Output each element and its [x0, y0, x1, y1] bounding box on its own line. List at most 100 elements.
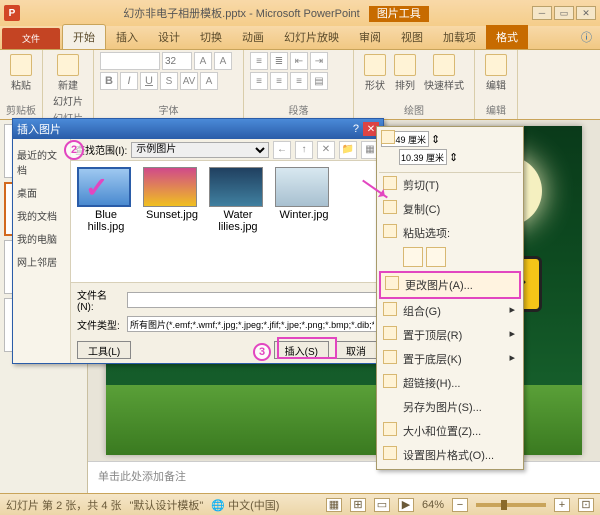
newfolder-icon[interactable]: 📁	[339, 141, 357, 159]
indent-inc-button[interactable]: ⇥	[310, 52, 328, 70]
dialog-places-bar: 最近的文档 桌面 我的文档 我的电脑 网上邻居	[13, 139, 71, 363]
paste-icon	[383, 224, 397, 238]
place-mycomp[interactable]: 我的电脑	[15, 227, 68, 250]
tab-addins[interactable]: 加载项	[433, 25, 486, 49]
tab-view[interactable]: 视图	[391, 25, 433, 49]
font-color-button[interactable]: A	[200, 72, 218, 90]
file-item[interactable]: Winter.jpg	[275, 167, 333, 221]
tab-animations[interactable]: 动画	[232, 25, 274, 49]
columns-button[interactable]: ▤	[310, 72, 328, 90]
grow-font-icon[interactable]: A	[194, 52, 212, 70]
bold-button[interactable]: B	[100, 72, 118, 90]
filetype-input[interactable]	[127, 316, 377, 332]
align-center-button[interactable]: ≡	[270, 72, 288, 90]
cancel-button[interactable]: 取消	[335, 341, 377, 359]
menu-save-as-pic[interactable]: 另存为图片(S)...	[379, 395, 521, 419]
crop-icon[interactable]	[381, 130, 395, 144]
place-recent[interactable]: 最近的文档	[15, 143, 68, 181]
tab-insert[interactable]: 插入	[106, 25, 148, 49]
ribbon-tabs: 文件 开始 插入 设计 切换 动画 幻灯片放映 审阅 视图 加载项 格式 ⓘ	[0, 26, 600, 50]
arrange-button[interactable]: 排列	[390, 52, 420, 94]
zoom-slider[interactable]	[476, 503, 546, 507]
place-mydocs[interactable]: 我的文档	[15, 204, 68, 227]
align-right-button[interactable]: ≡	[290, 72, 308, 90]
place-network[interactable]: 网上邻居	[15, 250, 68, 273]
filename-input[interactable]	[127, 292, 377, 308]
paste-button[interactable]: 粘贴	[6, 52, 36, 94]
quick-styles-button[interactable]: 快速样式	[420, 52, 468, 94]
font-family-input[interactable]	[100, 52, 160, 70]
new-slide-button[interactable]: 新建幻灯片	[49, 52, 87, 110]
menu-bring-front[interactable]: 置于顶层(R)▸	[379, 323, 521, 347]
menu-group[interactable]: 组合(G)▸	[379, 299, 521, 323]
editing-group-label: 编辑	[481, 102, 511, 117]
file-item[interactable]: Water lilies.jpg	[209, 167, 267, 233]
ribbon: 粘贴 剪贴板 新建幻灯片 幻灯片 A A B I U S AV A 字体	[0, 50, 600, 120]
indent-dec-button[interactable]: ⇤	[290, 52, 308, 70]
font-size-input[interactable]	[162, 52, 192, 70]
close-button[interactable]: ✕	[576, 6, 596, 20]
numbering-button[interactable]: ≣	[270, 52, 288, 70]
insert-button[interactable]: 插入(S)	[274, 341, 329, 359]
shapes-button[interactable]: 形状	[360, 52, 390, 94]
up-icon[interactable]: ↑	[295, 141, 313, 159]
tab-home[interactable]: 开始	[62, 24, 106, 49]
back-icon	[383, 350, 397, 364]
place-desktop[interactable]: 桌面	[15, 181, 68, 204]
clipboard-group-label: 剪贴板	[6, 102, 36, 117]
tab-format[interactable]: 格式	[486, 25, 528, 49]
status-bar: 幻灯片 第 2 张，共 4 张 "默认设计模板" 🌐 中文(中国) ▦ ⊞ ▭ …	[0, 493, 600, 515]
theme-name: "默认设计模板"	[130, 497, 204, 513]
menu-hyperlink[interactable]: 超链接(H)...	[379, 371, 521, 395]
menu-paste-options: 粘贴选项:	[379, 221, 521, 245]
bullets-button[interactable]: ≡	[250, 52, 268, 70]
tools-button[interactable]: 工具(L)	[77, 341, 131, 359]
help-icon[interactable]: ⓘ	[575, 25, 598, 49]
italic-button[interactable]: I	[120, 72, 138, 90]
minimize-button[interactable]: ─	[532, 6, 552, 20]
file-item[interactable]: Sunset.jpg	[143, 167, 201, 221]
zoom-percent[interactable]: 64%	[422, 499, 444, 511]
align-left-button[interactable]: ≡	[250, 72, 268, 90]
menu-change-picture[interactable]: 更改图片(A)...	[379, 271, 521, 299]
cut-icon	[383, 176, 397, 190]
editing-button[interactable]: 编辑	[481, 52, 511, 94]
file-item[interactable]: ✓Blue hills.jpg	[77, 167, 135, 233]
tab-slideshow[interactable]: 幻灯片放映	[274, 25, 349, 49]
tab-transitions[interactable]: 切换	[190, 25, 232, 49]
restore-button[interactable]: ▭	[554, 6, 574, 20]
dialog-title: 插入图片	[17, 121, 61, 137]
fit-button[interactable]: ⊡	[578, 498, 594, 512]
strike-button[interactable]: S	[160, 72, 178, 90]
dialog-help-icon[interactable]: ?	[353, 123, 359, 135]
language-indicator[interactable]: 🌐 中文(中国)	[211, 497, 279, 513]
callout-2: 2	[64, 140, 84, 160]
lookin-select[interactable]: 示例图片	[131, 142, 269, 158]
menu-format-pic[interactable]: 设置图片格式(O)...	[379, 443, 521, 467]
shadow-button[interactable]: AV	[180, 72, 198, 90]
menu-size-pos[interactable]: 大小和位置(Z)...	[379, 419, 521, 443]
tab-file[interactable]: 文件	[2, 28, 60, 49]
menu-send-back[interactable]: 置于底层(K)▸	[379, 347, 521, 371]
zoom-out-button[interactable]: −	[452, 498, 468, 512]
back-icon[interactable]: ←	[273, 141, 291, 159]
menu-cut[interactable]: 剪切(T)	[379, 173, 521, 197]
normal-view-button[interactable]: ▦	[326, 498, 342, 512]
reading-view-button[interactable]: ▭	[374, 498, 390, 512]
shrink-font-icon[interactable]: A	[214, 52, 232, 70]
font-group-label: 字体	[100, 102, 237, 117]
paste-opt-1[interactable]	[403, 247, 423, 267]
delete-icon[interactable]: ✕	[317, 141, 335, 159]
tab-design[interactable]: 设计	[148, 25, 190, 49]
underline-button[interactable]: U	[140, 72, 158, 90]
paste-opt-2[interactable]	[426, 247, 446, 267]
group-icon	[383, 302, 397, 316]
sorter-view-button[interactable]: ⊞	[350, 498, 366, 512]
paragraph-group-label: 段落	[250, 102, 347, 117]
slideshow-view-button[interactable]: ▶	[398, 498, 414, 512]
height-input[interactable]	[399, 149, 447, 165]
menu-copy[interactable]: 复制(C)	[379, 197, 521, 221]
zoom-in-button[interactable]: +	[554, 498, 570, 512]
file-list[interactable]: ✓Blue hills.jpgSunset.jpgWater lilies.jp…	[71, 161, 383, 282]
tab-review[interactable]: 审阅	[349, 25, 391, 49]
